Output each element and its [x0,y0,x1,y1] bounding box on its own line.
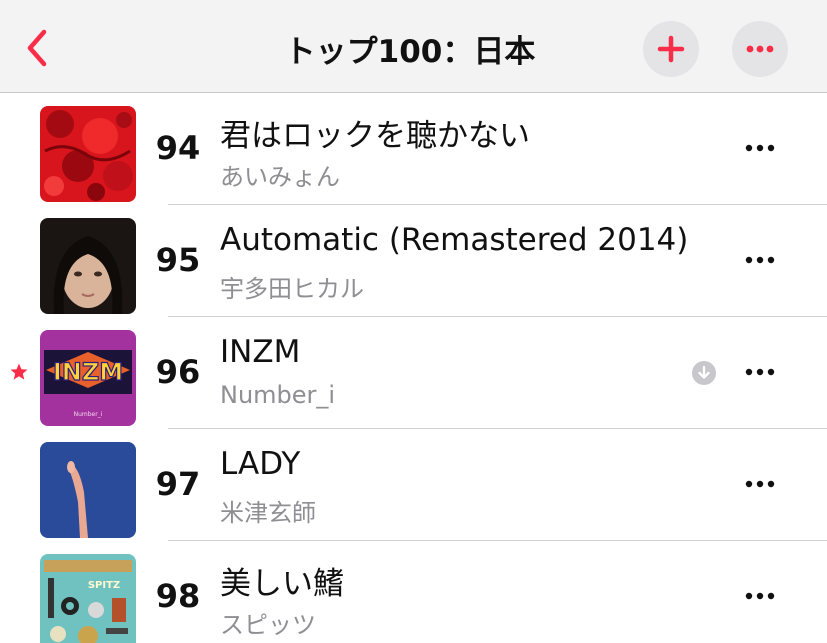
top-100-japan-screen: トップ100：日本 94 君はロックを聴かない あいみょん 95 Automat… [0,0,827,643]
track-artist: 宇多田ヒカル [220,275,364,303]
track-more-button[interactable] [736,357,784,387]
track-row[interactable]: 95 Automatic (Remastered 2014) 宇多田ヒカル [0,205,827,317]
track-title: Automatic (Remastered 2014) [220,222,689,258]
add-button[interactable] [643,21,699,77]
track-title: 君はロックを聴かない [220,118,530,154]
track-rank: 94 [155,129,201,167]
ellipsis-icon [746,45,774,53]
track-title: INZM [220,334,301,370]
more-options-button[interactable] [732,21,788,77]
spitz-logo-text: SPITZ [88,580,120,591]
ellipsis-icon [745,592,775,600]
plus-icon [657,35,685,63]
ellipsis-icon [745,480,775,488]
track-row[interactable]: SPITZ 98 美しい鰭 スピッツ [0,541,827,643]
track-more-button[interactable] [736,469,784,499]
track-title: 美しい鰭 [220,566,344,602]
ellipsis-icon [745,256,775,264]
track-rank: 97 [155,465,201,503]
downloaded-icon [691,360,717,390]
page-title: トップ100：日本 [284,34,536,70]
track-artist: 米津玄師 [220,499,316,527]
ellipsis-icon [745,144,775,152]
red-abstract-artwork [40,106,136,202]
track-more-button[interactable] [736,581,784,611]
portrait-artwork [40,218,136,314]
back-button[interactable] [18,24,58,72]
track-artist: あいみょん [220,163,340,191]
favorite-star-icon [9,362,29,386]
track-rank: 95 [155,241,201,279]
track-artist: Number_i [220,381,336,409]
inzm-logo-artwork: INZM Number_i [40,330,136,426]
track-rank: 98 [155,577,201,615]
track-more-button[interactable] [736,245,784,275]
track-row[interactable]: 94 君はロックを聴かない あいみょん [0,93,827,205]
track-title: LADY [220,446,301,482]
track-rank: 96 [155,353,201,391]
inzm-artwork-artist: Number_i [74,411,103,418]
chevron-left-icon [27,29,47,67]
blue-arm-artwork [40,442,136,538]
track-row[interactable]: 97 LADY 米津玄師 [0,429,827,541]
inzm-logo-text: INZM [53,358,123,386]
navigation-bar: トップ100：日本 [0,0,827,93]
track-more-button[interactable] [736,133,784,163]
ellipsis-icon [745,368,775,376]
spitz-items-artwork: SPITZ [40,554,136,643]
track-artist: スピッツ [220,611,316,639]
